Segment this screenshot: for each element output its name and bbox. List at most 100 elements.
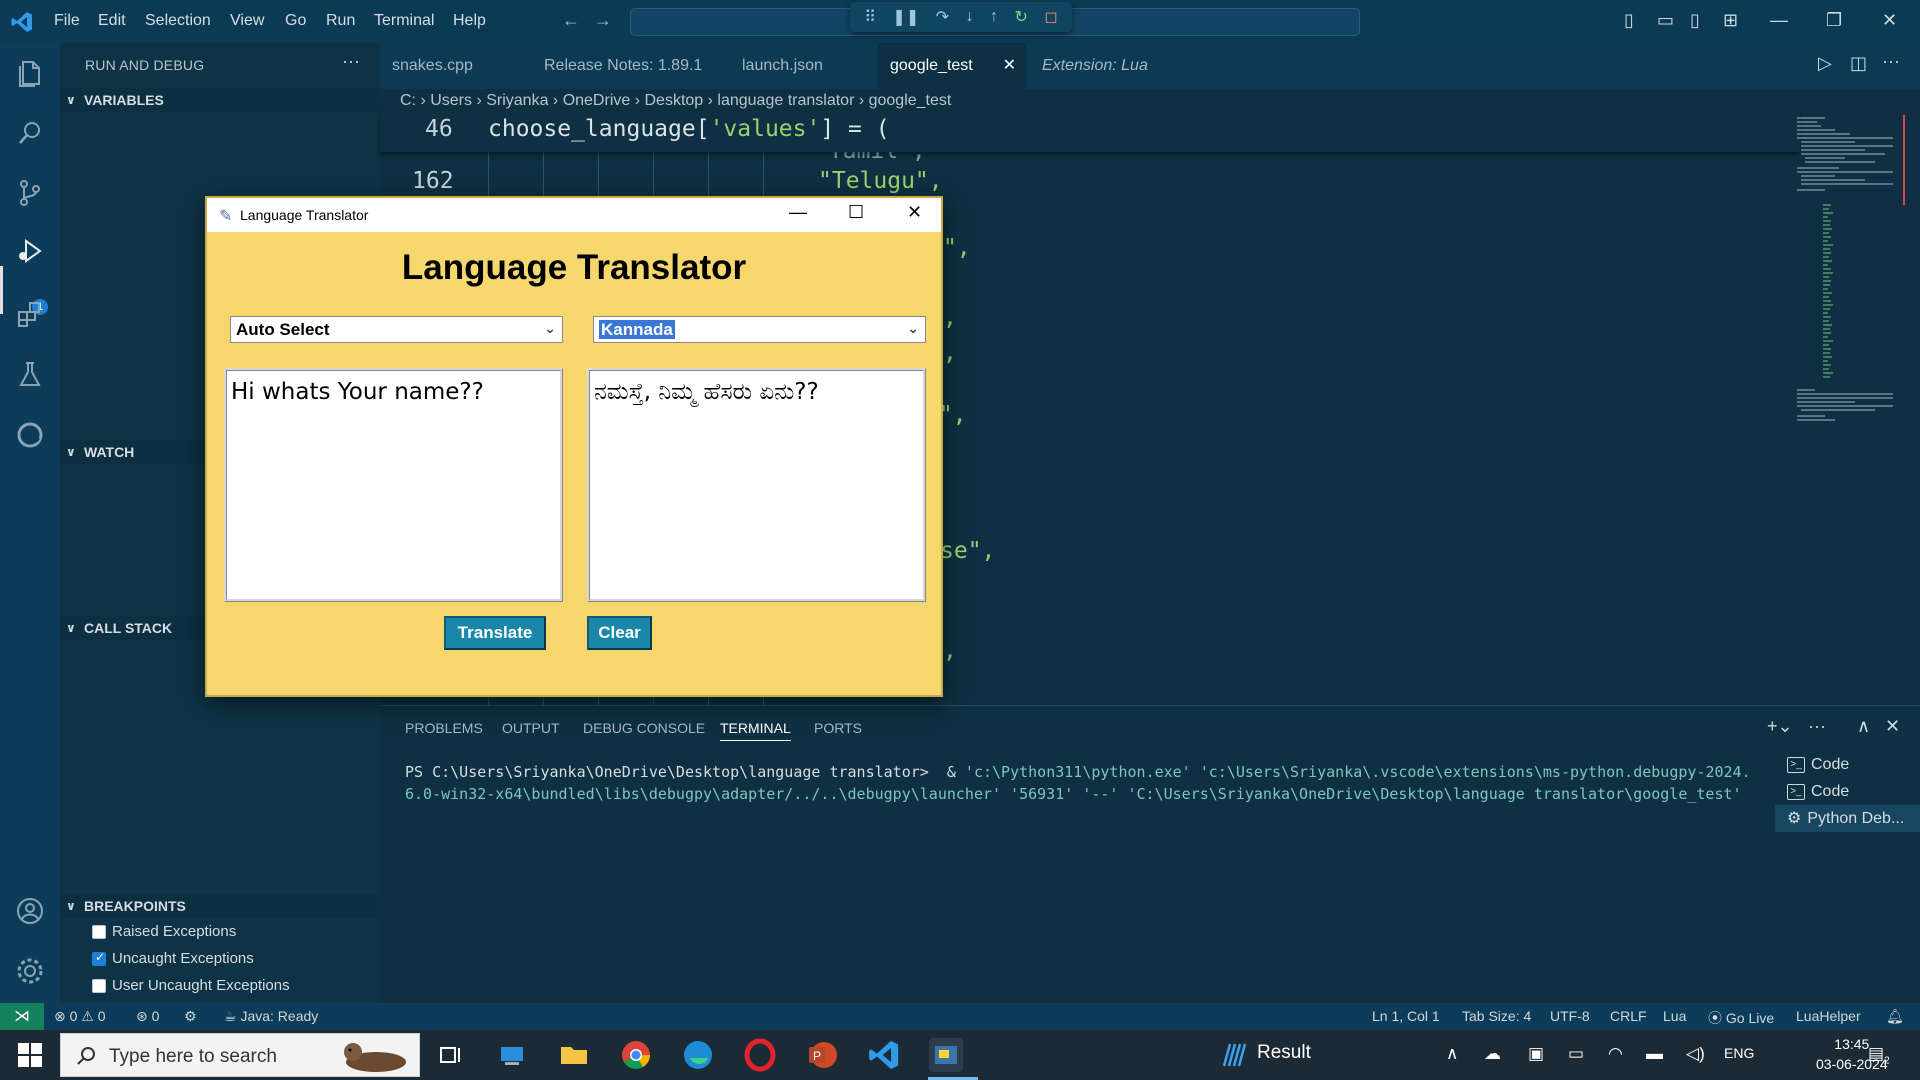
onedrive-icon[interactable]: ☁ xyxy=(1484,1044,1501,1064)
close-tab-icon[interactable]: ✕ xyxy=(1003,43,1016,89)
terminal-item[interactable]: >_ Code xyxy=(1775,751,1920,778)
tab-ports[interactable]: PORTS xyxy=(814,720,862,736)
testing-icon[interactable] xyxy=(14,359,46,391)
terminal-item-python-debug[interactable]: ⚙ Python Deb... xyxy=(1775,805,1920,832)
sticky-scroll-line[interactable]: 46 choose_language['values'] = ( xyxy=(380,110,1800,152)
drag-handle-icon[interactable]: ⠿ xyxy=(864,7,876,27)
chrome-icon[interactable] xyxy=(619,1038,653,1072)
account-icon[interactable] xyxy=(14,895,46,927)
show-hidden-icons[interactable]: ∧ xyxy=(1446,1044,1458,1064)
restart-icon[interactable]: ↻ xyxy=(1015,7,1028,27)
extensions-icon[interactable] xyxy=(14,299,46,331)
input-text-box[interactable]: Hi whats Your name?? xyxy=(224,368,563,602)
toggle-panel-icon[interactable]: ▭ xyxy=(1657,10,1674,31)
menu-help[interactable]: Help xyxy=(453,12,486,30)
checkbox[interactable] xyxy=(92,978,106,993)
file-explorer-icon[interactable] xyxy=(557,1038,591,1072)
breadcrumb-item[interactable]: google_test xyxy=(869,92,952,109)
tab-output[interactable]: OUTPUT xyxy=(502,720,560,736)
terminal-item[interactable]: >_ Code xyxy=(1775,778,1920,805)
source-language-select[interactable]: Auto Select ⌄ xyxy=(230,316,563,343)
task-view-icon[interactable] xyxy=(433,1038,467,1072)
toggle-sidebar-icon[interactable]: ▯ xyxy=(1624,10,1634,31)
windows-start-icon[interactable] xyxy=(18,1043,42,1067)
checkbox-checked[interactable] xyxy=(92,950,106,966)
minimap[interactable] xyxy=(1795,110,1905,510)
tab-debug-console[interactable]: DEBUG CONSOLE xyxy=(583,720,705,736)
more-actions-icon[interactable]: ··· xyxy=(1808,716,1826,737)
breadcrumb-item[interactable]: OneDrive xyxy=(563,92,631,109)
result-widget[interactable]: Result xyxy=(1257,1042,1311,1064)
breadcrumb-item[interactable]: language translator xyxy=(717,92,854,109)
run-debug-icon[interactable] xyxy=(14,235,46,267)
nav-back-icon[interactable]: ← xyxy=(562,10,580,31)
vscode-taskbar-icon[interactable] xyxy=(867,1038,901,1072)
new-terminal-icon[interactable]: +⌄ xyxy=(1767,716,1793,737)
terminal-output[interactable]: PS C:\Users\Sriyanka\OneDrive\Desktop\la… xyxy=(405,761,1765,805)
minimize-icon[interactable]: — xyxy=(789,202,807,223)
ports-status[interactable]: ⊛ 0 xyxy=(136,1008,159,1025)
nav-forward-icon[interactable]: → xyxy=(594,10,612,31)
menu-file[interactable]: File xyxy=(54,12,80,30)
pause-icon[interactable]: ❚❚ xyxy=(892,7,919,27)
notifications-icon[interactable]: ▤2 xyxy=(1868,1044,1890,1066)
minimize-icon[interactable]: — xyxy=(1770,10,1788,31)
tk-title-bar[interactable]: ✎ Language Translator — ☐ ✕ xyxy=(207,198,941,232)
menu-view[interactable]: View xyxy=(230,12,264,30)
tab-release-notes[interactable]: Release Notes: 1.89.1 xyxy=(532,43,722,89)
breakpoint-raised-exceptions[interactable]: Raised Exceptions xyxy=(92,923,236,940)
stop-icon[interactable]: ◻ xyxy=(1044,7,1057,27)
notifications-bell-icon[interactable]: 🔔︎ xyxy=(1886,1008,1904,1025)
step-out-icon[interactable]: ↑ xyxy=(990,8,998,26)
target-language-select[interactable]: Kannada ⌄ xyxy=(593,316,926,343)
pc-manager-icon[interactable] xyxy=(495,1038,529,1072)
restore-icon[interactable]: ❐ xyxy=(1826,10,1842,31)
customize-layout-icon[interactable]: ⊞ xyxy=(1723,10,1738,31)
output-text-box[interactable]: ನಮಸ್ತೆ, ನಿಮ್ಮ ಹೆಸರು ಏನು?? xyxy=(587,368,926,602)
clear-button[interactable]: Clear xyxy=(587,616,652,650)
menu-run[interactable]: Run xyxy=(326,12,355,30)
cursor-position[interactable]: Ln 1, Col 1 xyxy=(1372,1008,1440,1024)
java-status[interactable]: ☕ Java: Ready xyxy=(224,1008,318,1025)
close-panel-icon[interactable]: ✕ xyxy=(1885,716,1900,737)
translate-button[interactable]: Translate xyxy=(444,616,546,650)
python-tk-icon[interactable] xyxy=(929,1038,963,1072)
input-language[interactable]: ENG xyxy=(1724,1045,1754,1061)
taskbar-search[interactable]: Type here to search xyxy=(60,1033,420,1077)
menu-edit[interactable]: Edit xyxy=(98,12,126,30)
explorer-icon[interactable] xyxy=(14,57,46,89)
problems-status[interactable]: ⊗ 0 ⚠ 0 xyxy=(54,1008,106,1025)
volume-icon[interactable]: ◁) xyxy=(1686,1044,1705,1064)
tab-snakes-cpp[interactable]: snakes.cpp xyxy=(380,43,520,89)
step-into-icon[interactable]: ↓ xyxy=(966,8,974,26)
opera-icon[interactable] xyxy=(743,1038,777,1072)
battery-icon[interactable]: ▬ xyxy=(1646,1044,1663,1064)
display-icon[interactable]: ▭ xyxy=(1568,1044,1584,1064)
menu-go[interactable]: Go xyxy=(285,12,306,30)
split-editor-icon[interactable]: ◫ xyxy=(1850,53,1867,74)
meet-now-icon[interactable]: ▣ xyxy=(1528,1044,1544,1064)
checkbox[interactable] xyxy=(92,924,106,939)
go-live[interactable]: ⦿ Go Live xyxy=(1708,1008,1774,1028)
breadcrumb-item[interactable]: Users xyxy=(430,92,472,109)
edge-devtools-icon[interactable] xyxy=(14,419,46,451)
maximize-icon[interactable]: ☐ xyxy=(848,202,864,223)
maximize-panel-icon[interactable]: ∧ xyxy=(1857,716,1870,737)
breadcrumb-item[interactable]: Sriyanka xyxy=(486,92,548,109)
search-icon[interactable] xyxy=(14,117,46,149)
powerpoint-icon[interactable]: P xyxy=(805,1038,839,1072)
section-breakpoints[interactable]: ∨ BREAKPOINTS xyxy=(60,894,380,918)
tab-problems[interactable]: PROBLEMS xyxy=(405,720,483,736)
remote-indicator-icon[interactable]: ⋊ xyxy=(0,1003,44,1030)
close-icon[interactable]: ✕ xyxy=(1882,10,1897,31)
more-actions-icon[interactable]: ··· xyxy=(1882,51,1900,72)
eol[interactable]: CRLF xyxy=(1610,1008,1647,1024)
breakpoint-user-uncaught-exceptions[interactable]: User Uncaught Exceptions xyxy=(92,977,290,994)
encoding[interactable]: UTF-8 xyxy=(1550,1008,1590,1024)
tab-extension-lua[interactable]: Extension: Lua xyxy=(1030,43,1180,89)
debug-status-icon[interactable]: ⚙ xyxy=(184,1008,197,1025)
menu-terminal[interactable]: Terminal xyxy=(374,12,434,30)
breadcrumb-item[interactable]: C: xyxy=(400,92,416,109)
toggle-secondary-sidebar-icon[interactable]: ▯ xyxy=(1690,10,1700,31)
settings-gear-icon[interactable] xyxy=(14,955,46,987)
